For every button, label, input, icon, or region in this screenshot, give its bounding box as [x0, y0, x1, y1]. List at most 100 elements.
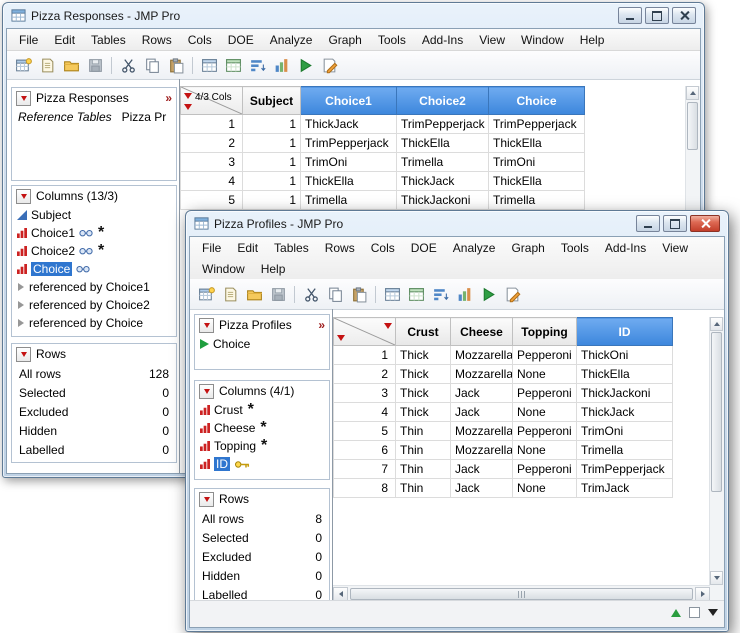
chart-button[interactable] — [269, 53, 293, 77]
menu-cols[interactable]: Cols — [363, 241, 403, 255]
rows-red-triangle-icon[interactable] — [337, 335, 345, 341]
red-triangle-menu-button[interactable] — [199, 318, 214, 333]
menu-doe[interactable]: DOE — [403, 241, 445, 255]
cell[interactable]: Mozzarella — [451, 441, 513, 460]
reference-tables-row[interactable]: Reference Tables Pizza Pr — [12, 108, 176, 126]
scroll-down-button[interactable] — [710, 571, 723, 585]
rows-red-triangle-icon[interactable] — [184, 104, 192, 110]
cell[interactable]: TrimPepperjack — [489, 115, 585, 134]
cell[interactable]: Trimella — [301, 191, 397, 210]
sort-button[interactable] — [245, 53, 269, 77]
cell[interactable]: TrimOni — [301, 153, 397, 172]
new-journal-button[interactable] — [35, 53, 59, 77]
column-header-choice2[interactable]: Choice2 — [397, 87, 489, 115]
column-item-topping[interactable]: Topping * — [195, 437, 329, 455]
menu-help[interactable]: Help — [572, 33, 613, 47]
rows-stat-excluded[interactable]: Excluded0 — [12, 402, 176, 421]
rows-stat-hidden[interactable]: Hidden0 — [195, 566, 329, 585]
cell[interactable]: Thin — [396, 479, 451, 498]
grid-corner-box-icon[interactable] — [689, 607, 700, 618]
summary-table-button[interactable] — [404, 282, 428, 306]
edit-script-button[interactable] — [500, 282, 524, 306]
menu-window[interactable]: Window — [513, 33, 572, 47]
row-number[interactable]: 2 — [334, 365, 396, 384]
scroll-left-button[interactable] — [333, 587, 348, 601]
cell[interactable]: None — [513, 441, 577, 460]
column-item-referenced-2[interactable]: referenced by Choice2 — [12, 296, 176, 314]
cell[interactable]: Thick — [396, 346, 451, 365]
column-header-choice[interactable]: Choice — [489, 87, 585, 115]
cell[interactable]: Thin — [396, 441, 451, 460]
menu-help[interactable]: Help — [253, 262, 294, 276]
cell[interactable]: Jack — [451, 403, 513, 422]
cell[interactable]: TrimOni — [489, 153, 585, 172]
menu-tables[interactable]: Tables — [266, 241, 317, 255]
cell[interactable]: TrimJack — [577, 479, 673, 498]
menu-window[interactable]: Window — [194, 262, 253, 276]
column-item-subject[interactable]: Subject — [12, 206, 176, 224]
new-data-table-button[interactable] — [194, 282, 218, 306]
scrollbar-thumb[interactable] — [350, 588, 693, 600]
row-number[interactable]: 4 — [181, 172, 243, 191]
cell[interactable]: ThickJack — [301, 115, 397, 134]
row-number[interactable]: 7 — [334, 460, 396, 479]
cell[interactable]: Mozzarella — [451, 422, 513, 441]
menu-analyze[interactable]: Analyze — [445, 241, 504, 255]
close-button[interactable] — [690, 215, 720, 232]
cell[interactable]: Trimella — [397, 153, 489, 172]
row-number[interactable]: 5 — [334, 422, 396, 441]
cell[interactable]: ThickElla — [301, 172, 397, 191]
cell[interactable]: Pepperoni — [513, 422, 577, 441]
cell[interactable]: None — [513, 403, 577, 422]
paste-button[interactable] — [347, 282, 371, 306]
row-number[interactable]: 4 — [334, 403, 396, 422]
corner-dropdown-icon[interactable] — [708, 609, 718, 616]
cut-button[interactable] — [116, 53, 140, 77]
menu-analyze[interactable]: Analyze — [262, 33, 321, 47]
cell[interactable]: Thick — [396, 403, 451, 422]
cell[interactable]: Thick — [396, 365, 451, 384]
cell[interactable]: 1 — [243, 115, 301, 134]
cell[interactable]: 1 — [243, 134, 301, 153]
column-item-cheese[interactable]: Cheese * — [195, 419, 329, 437]
column-item-referenced-3[interactable]: referenced by Choice — [12, 314, 176, 332]
cell[interactable]: Trimella — [489, 191, 585, 210]
cell[interactable]: None — [513, 365, 577, 384]
row-number[interactable]: 1 — [334, 346, 396, 365]
column-item-id[interactable]: ID — [195, 455, 329, 473]
cell[interactable]: TrimOni — [577, 422, 673, 441]
row-number[interactable]: 5 — [181, 191, 243, 210]
minimize-button[interactable] — [636, 215, 660, 232]
cell[interactable]: 1 — [243, 191, 301, 210]
scrollbar-thumb[interactable] — [711, 332, 722, 492]
cell[interactable]: None — [513, 479, 577, 498]
rows-stat-all[interactable]: All rows8 — [195, 509, 329, 528]
cell[interactable]: ThickElla — [577, 365, 673, 384]
scroll-up-button[interactable] — [686, 86, 699, 100]
copy-button[interactable] — [140, 53, 164, 77]
menu-doe[interactable]: DOE — [220, 33, 262, 47]
menu-view[interactable]: View — [471, 33, 513, 47]
save-button[interactable] — [83, 53, 107, 77]
menu-graph[interactable]: Graph — [503, 241, 552, 255]
rows-stat-all[interactable]: All rows128 — [12, 364, 176, 383]
run-script-button[interactable] — [293, 53, 317, 77]
red-triangle-menu-button[interactable] — [16, 347, 31, 362]
open-button[interactable] — [242, 282, 266, 306]
maximize-button[interactable] — [663, 215, 687, 232]
cell[interactable]: Jack — [451, 384, 513, 403]
rows-stat-hidden[interactable]: Hidden0 — [12, 421, 176, 440]
column-header-crust[interactable]: Crust — [396, 318, 451, 346]
minimize-button[interactable] — [618, 7, 642, 24]
data-grid-button[interactable] — [197, 53, 221, 77]
cell[interactable]: Jack — [451, 479, 513, 498]
menu-file[interactable]: File — [194, 241, 229, 255]
vertical-scrollbar[interactable] — [709, 317, 724, 585]
table-script-choice[interactable]: Choice — [195, 335, 329, 353]
save-button[interactable] — [266, 282, 290, 306]
menu-rows[interactable]: Rows — [134, 33, 180, 47]
column-item-choice1[interactable]: Choice1 * — [12, 224, 176, 242]
menu-tools[interactable]: Tools — [553, 241, 597, 255]
cell[interactable]: Pepperoni — [513, 460, 577, 479]
column-item-crust[interactable]: Crust * — [195, 401, 329, 419]
